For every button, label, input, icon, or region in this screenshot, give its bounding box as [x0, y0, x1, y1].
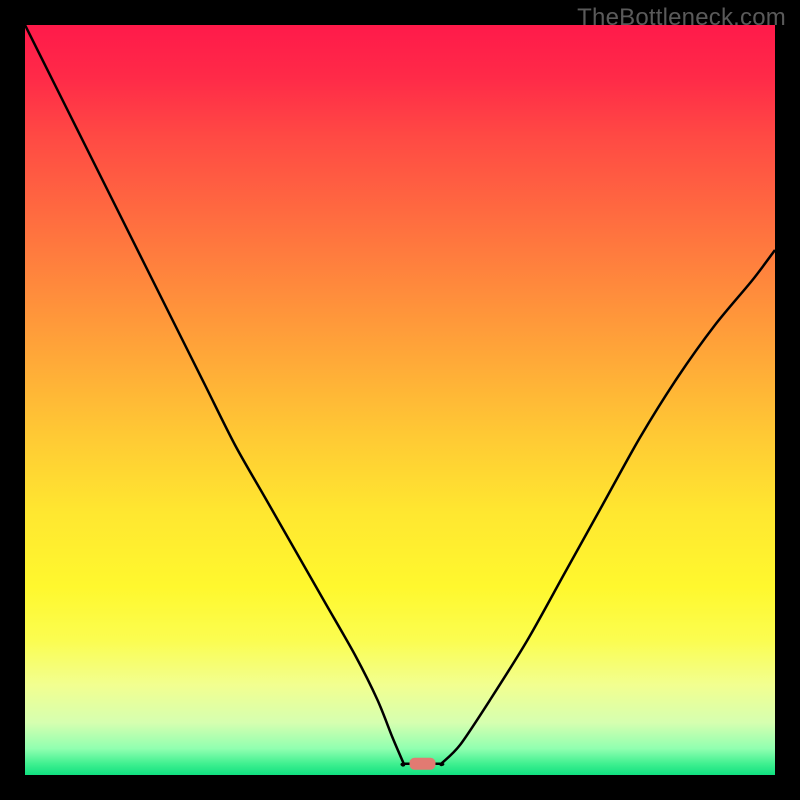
optimum-marker — [410, 758, 436, 770]
chart-container: TheBottleneck.com — [0, 0, 800, 800]
watermark-text: TheBottleneck.com — [577, 4, 786, 32]
chart-svg — [25, 25, 775, 775]
plot-area — [25, 25, 775, 775]
